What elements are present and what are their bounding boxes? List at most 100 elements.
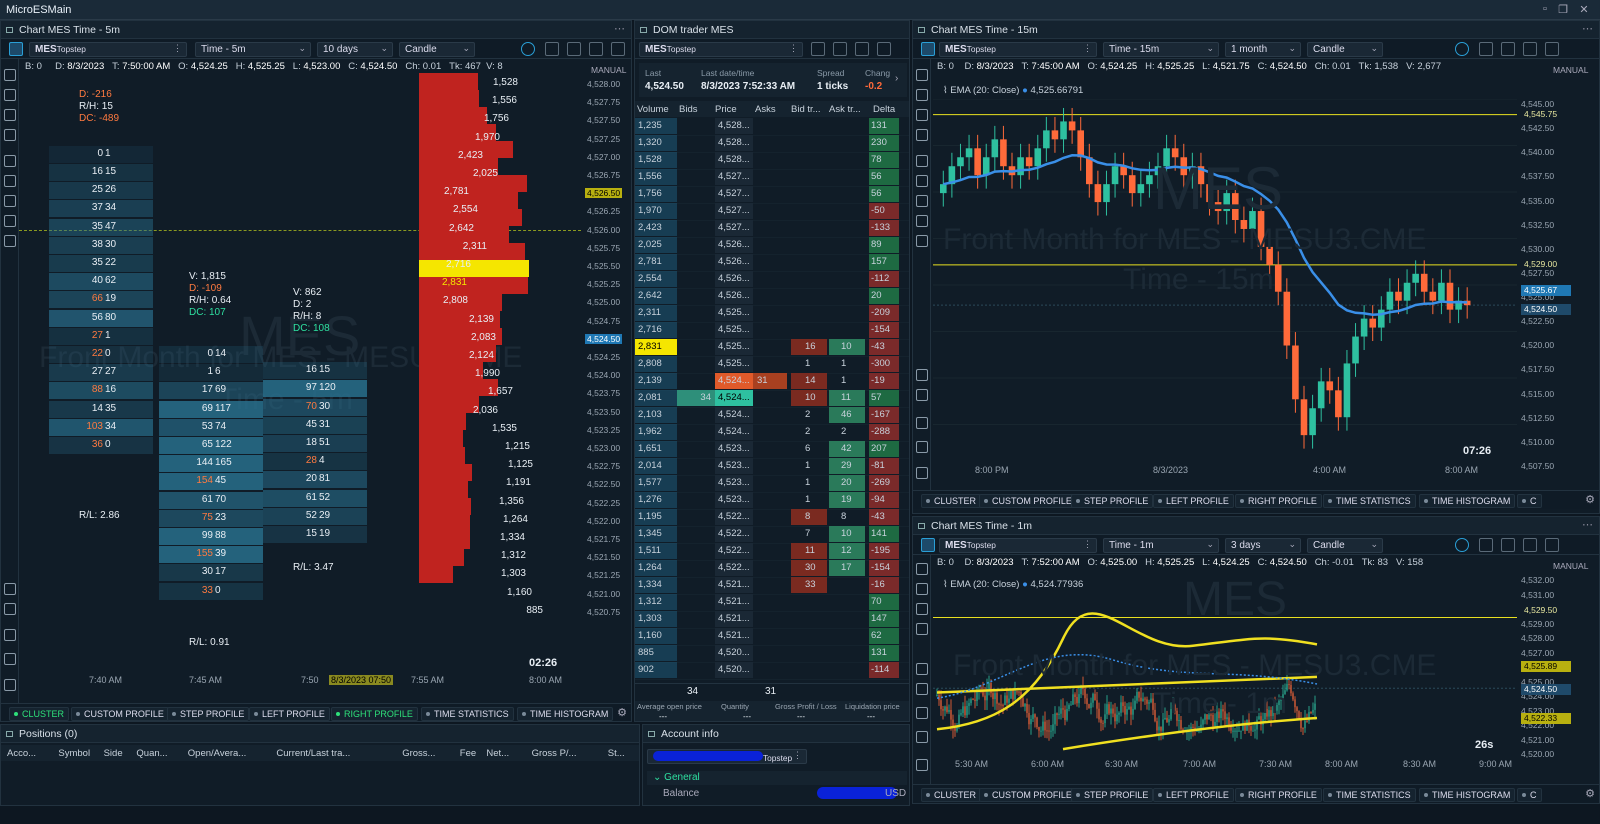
eye-icon[interactable] — [916, 417, 928, 429]
positions-column-header[interactable]: Open/Avera... — [188, 748, 246, 759]
sidebar-icon[interactable] — [1545, 538, 1559, 552]
dom-row[interactable]: 1,528 4,528... 78 — [635, 152, 909, 170]
symbol-select[interactable]: MESTopstep ⋮ — [939, 538, 1097, 553]
positions-column-header[interactable]: Quan... — [136, 748, 167, 759]
bottom-tab-right-profile[interactable]: RIGHT PROFILE — [1235, 788, 1322, 802]
mouse-icon[interactable] — [1501, 42, 1515, 56]
list-icon[interactable] — [4, 679, 16, 691]
pencil-icon[interactable] — [916, 623, 928, 635]
timeframe-select[interactable]: Time - 15m ⌄ — [1103, 42, 1219, 57]
dom-row[interactable]: 1,264 4,522... 30 17 -154 — [635, 560, 909, 578]
dom-row[interactable]: 2,642 4,526... 20 — [635, 288, 909, 306]
dom-row[interactable]: 2,139 4,524... 31 14 1 -19 — [635, 373, 909, 391]
mouse-icon[interactable] — [1501, 538, 1515, 552]
bell-icon[interactable] — [916, 603, 928, 615]
bottom-tab-cluster[interactable]: CLUSTER — [921, 494, 982, 508]
redo-icon[interactable] — [916, 389, 928, 401]
grid-icon[interactable] — [1479, 42, 1493, 56]
chart-type-icon[interactable] — [916, 563, 928, 575]
bottom-tab-step-profile[interactable]: STEP PROFILE — [1071, 788, 1154, 802]
bottom-tab-time-histogram[interactable]: TIME HISTOGRAM — [1419, 494, 1516, 508]
grid-icon[interactable] — [1479, 538, 1493, 552]
dom-row[interactable]: 2,423 4,527... -133 — [635, 220, 909, 238]
redo-icon[interactable] — [4, 603, 16, 615]
candlestick-chart-1m[interactable]: MES Front Month for MES - MESU3.CME Time -… — [933, 575, 1517, 759]
layers-icon[interactable] — [916, 89, 928, 101]
pencil-icon[interactable] — [916, 129, 928, 141]
bottom-tab-custom-profile[interactable]: CUSTOM PROFILE — [979, 788, 1077, 802]
dom-row[interactable]: 2,311 4,525... -209 — [635, 305, 909, 323]
bottom-tab-cluster[interactable]: CLUSTER — [921, 788, 982, 802]
positions-column-header[interactable]: Symbol — [58, 748, 90, 759]
bottom-tab-time-statistics[interactable]: TIME STATISTICS — [1323, 494, 1416, 508]
symbol-select[interactable]: MESTopstep ⋮ — [939, 42, 1097, 57]
mouse-icon[interactable] — [877, 42, 891, 56]
bottom-tab-time-statistics[interactable]: TIME STATISTICS — [421, 707, 514, 721]
dom-row[interactable]: 1,303 4,521... 147 — [635, 611, 909, 629]
panel-menu-icon[interactable]: ⋯ — [614, 22, 625, 35]
list-icon[interactable] — [916, 467, 928, 479]
bottom-tab-left-profile[interactable]: LEFT PROFILE — [249, 707, 330, 721]
dom-row[interactable]: 1,577 4,523... 1 20 -269 — [635, 475, 909, 493]
sidebar-icon[interactable] — [1545, 42, 1559, 56]
bell-icon[interactable] — [916, 109, 928, 121]
range-select[interactable]: 10 days ⌄ — [317, 42, 393, 57]
maximize-button[interactable]: ❐ — [1556, 3, 1570, 16]
trash-icon[interactable] — [916, 441, 928, 453]
folder-icon[interactable] — [589, 42, 603, 56]
layers-icon[interactable] — [4, 89, 16, 101]
dom-row[interactable]: 1,651 4,523... 6 42 207 — [635, 441, 909, 459]
dom-row[interactable]: 1,195 4,522... 8 8 -43 — [635, 509, 909, 527]
style-select[interactable]: Candle ⌄ — [1307, 538, 1383, 553]
bottom-tab-time-statistics[interactable]: TIME STATISTICS — [1323, 788, 1416, 802]
dom-row[interactable]: 1,235 4,528... 131 — [635, 118, 909, 136]
align-icon[interactable] — [811, 42, 825, 56]
bottom-tab-custom-profile[interactable]: CUSTOM PROFILE — [979, 494, 1077, 508]
font-icon[interactable] — [833, 42, 847, 56]
layout-icon[interactable] — [921, 538, 935, 552]
ray-tool-icon[interactable] — [4, 175, 16, 187]
settings-gear-icon[interactable]: ⚙ — [1585, 493, 1595, 506]
undo-icon[interactable] — [916, 663, 928, 675]
positions-column-header[interactable]: Net... — [486, 748, 509, 759]
dom-row[interactable]: 2,781 4,526... 157 — [635, 254, 909, 272]
dom-ladder[interactable]: 1,235 4,528... 131 1,320 4,528... 230 1,528 4,5… — [635, 118, 909, 682]
chart-type-icon[interactable] — [916, 69, 928, 81]
dom-row[interactable]: 2,808 4,525... 1 1 -300 — [635, 356, 909, 374]
positions-column-header[interactable]: St... — [608, 748, 625, 759]
bottom-tab-custom-profile[interactable]: CUSTOM PROFILE — [71, 707, 169, 721]
dom-row[interactable]: 1,970 4,527... -50 — [635, 203, 909, 221]
dom-row[interactable]: 2,716 4,525... -154 — [635, 322, 909, 340]
close-button[interactable]: ✕ — [1577, 3, 1591, 16]
style-select[interactable]: Candle ⌄ — [399, 42, 475, 57]
bottom-tab-c[interactable]: C — [1517, 494, 1542, 508]
rectangle-tool-icon[interactable] — [916, 195, 928, 207]
dom-row[interactable]: 1,556 4,527... 56 — [635, 169, 909, 187]
dom-row[interactable]: 902 4,520... -114 — [635, 662, 909, 680]
folder-icon[interactable] — [1523, 42, 1537, 56]
chart-type-icon[interactable] — [4, 69, 16, 81]
panel-menu-icon[interactable]: ⋯ — [1582, 518, 1593, 531]
line-tool-icon[interactable] — [916, 155, 928, 167]
panel-menu-icon[interactable]: ⋯ — [1582, 22, 1593, 35]
line-tool-icon[interactable] — [4, 155, 16, 167]
bottom-tab-time-histogram[interactable]: TIME HISTOGRAM — [517, 707, 614, 721]
manual-label[interactable]: MANUAL — [1553, 65, 1588, 75]
list-icon[interactable] — [916, 759, 928, 771]
layout-icon[interactable] — [921, 42, 935, 56]
ruler-icon[interactable] — [916, 215, 928, 227]
dom-row[interactable]: 1,276 4,523... 1 19 -94 — [635, 492, 909, 510]
positions-column-header[interactable]: Side — [104, 748, 123, 759]
rectangle-tool-icon[interactable] — [4, 195, 16, 207]
dom-row[interactable]: 1,160 4,521... 62 — [635, 628, 909, 646]
redo-icon[interactable] — [916, 683, 928, 695]
dom-row[interactable]: 2,103 4,524... 2 46 -167 — [635, 407, 909, 425]
dom-row[interactable]: 1,312 4,521... 70 — [635, 594, 909, 612]
account-select[interactable]: Topstep ⋮ — [647, 749, 807, 764]
crosshair-icon[interactable] — [1455, 538, 1469, 552]
style-select[interactable]: Candle ⌄ — [1307, 42, 1383, 57]
dom-row[interactable]: 2,554 4,526... -112 — [635, 271, 909, 289]
grid-icon[interactable] — [855, 42, 869, 56]
bottom-tab-cluster[interactable]: CLUSTER — [9, 707, 70, 721]
sidebar-icon[interactable] — [611, 42, 625, 56]
